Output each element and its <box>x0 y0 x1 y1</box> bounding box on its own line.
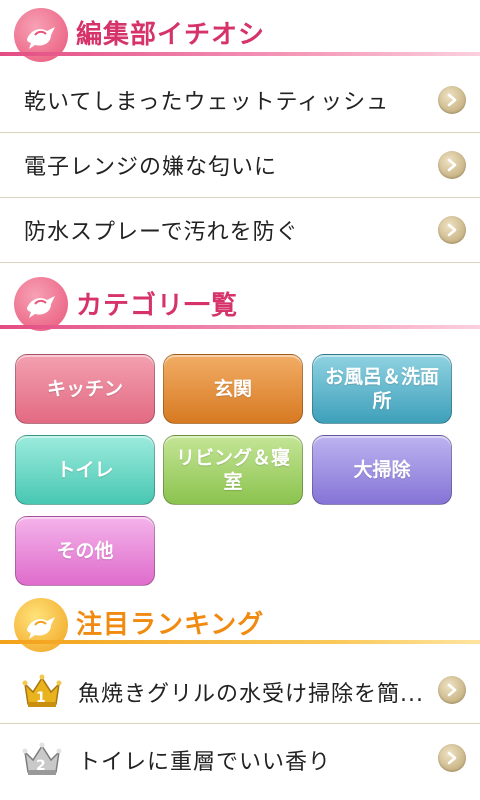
list-item-label: 乾いてしまったウェットティッシュ <box>24 90 390 115</box>
categories-title: カテゴリ一覧 <box>76 291 239 321</box>
list-item-label: 電子レンジの嫌な匂いに <box>24 155 278 180</box>
rank-number: 1 <box>36 690 46 706</box>
featured-item-1[interactable]: 乾いてしまったウェットティッシュ <box>0 68 480 133</box>
featured-item-2[interactable]: 電子レンジの嫌な匂いに <box>0 133 480 198</box>
category-kitchen-button[interactable]: キッチン <box>15 354 155 424</box>
ranking-item-1[interactable]: 1 魚焼きグリルの水受け掃除を簡... <box>0 656 480 724</box>
chevron-right-icon <box>438 676 466 704</box>
ranking-list: 1 魚焼きグリルの水受け掃除を簡... 2 トイレに重層でいい香り <box>0 656 480 792</box>
featured-item-3[interactable]: 防水スプレーで汚れを防ぐ <box>0 198 480 263</box>
chevron-right-icon <box>438 744 466 772</box>
category-toilet-button[interactable]: トイレ <box>15 435 155 505</box>
chevron-right-icon <box>438 86 466 114</box>
ranking-title: 注目ランキング <box>76 610 265 640</box>
categories-header: カテゴリ一覧 <box>0 263 480 337</box>
list-item-label: 防水スプレーで汚れを防ぐ <box>24 220 299 245</box>
featured-title: 編集部イチオシ <box>76 20 266 50</box>
ranking-item-2[interactable]: 2 トイレに重層でいい香り <box>0 724 480 792</box>
category-entrance-button[interactable]: 玄関 <box>163 354 303 424</box>
ranking-header: 注目ランキング <box>0 592 480 656</box>
rank-number: 2 <box>36 758 46 774</box>
ranking-item-label: トイレに重層でいい香り <box>78 750 332 775</box>
chevron-right-icon <box>438 151 466 179</box>
bird-icon <box>14 277 68 331</box>
category-other-button[interactable]: その他 <box>15 516 155 586</box>
featured-header: 編集部イチオシ <box>0 0 480 68</box>
ranking-item-label: 魚焼きグリルの水受け掃除を簡... <box>78 682 424 707</box>
featured-list: 乾いてしまったウェットティッシュ 電子レンジの嫌な匂いに 防水スプレーで汚れを防… <box>0 68 480 263</box>
category-bath-button[interactable]: お風呂＆洗面所 <box>312 354 452 424</box>
category-grid: キッチン 玄関 お風呂＆洗面所 トイレ リビング＆寝室 大掃除 その他 <box>0 337 480 597</box>
category-living-button[interactable]: リビング＆寝室 <box>163 435 303 505</box>
category-big-cleaning-button[interactable]: 大掃除 <box>312 435 452 505</box>
chevron-right-icon <box>438 216 466 244</box>
